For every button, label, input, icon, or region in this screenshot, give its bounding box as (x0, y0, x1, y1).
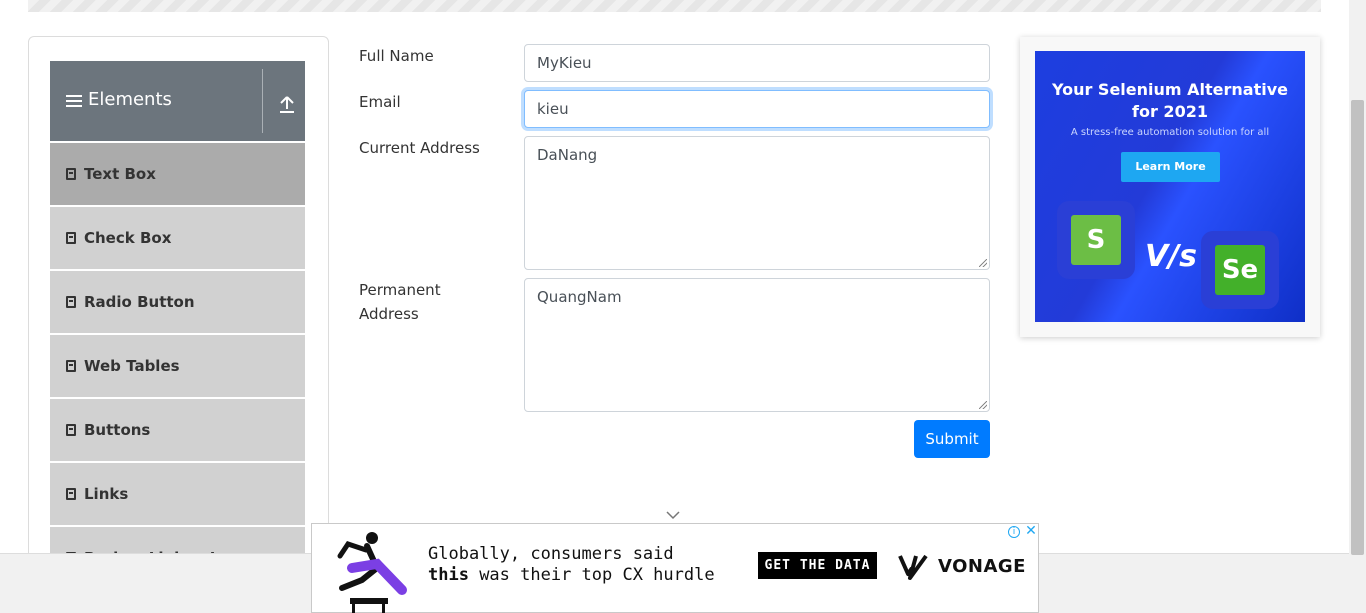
permanent-address-value: QuangNam (537, 288, 622, 306)
bottom-banner-ad[interactable]: Globally, consumers said this was their … (311, 523, 1039, 613)
current-address-value: DaNang (537, 146, 598, 164)
menu-item-links[interactable]: Links (50, 461, 305, 525)
menu-item-label: Check Box (84, 229, 172, 247)
collapse-arrow-icon[interactable] (276, 93, 298, 115)
full-name-input[interactable]: MyKieu (524, 44, 990, 82)
header-divider (262, 69, 263, 133)
menu-item-label: Web Tables (84, 357, 180, 375)
html5-icon (66, 360, 76, 372)
permanent-address-label-line2: Address (359, 305, 419, 323)
ad-headline-line1: Your Selenium Alternative (1051, 80, 1289, 99)
permanent-address-label-line1: Permanent (359, 281, 441, 299)
menu-item-label: Links (84, 485, 129, 503)
submit-button[interactable]: Submit (914, 420, 990, 458)
ad-subtitle: A stress-free automation solution for al… (1070, 127, 1270, 138)
vonage-logo-icon (898, 554, 928, 580)
selenium-logo-icon: Se (1215, 245, 1265, 295)
banner-message-bold: this (428, 565, 469, 585)
vonage-brand-text: VONAGE (938, 556, 1026, 577)
current-address-textarea[interactable]: DaNang (524, 136, 990, 270)
ad-headline-line2: for 2021 (1132, 102, 1208, 121)
current-address-label: Current Address (359, 139, 480, 157)
ad-close-icon[interactable]: ✕ (1024, 524, 1038, 538)
resize-handle-icon[interactable] (979, 259, 987, 267)
menu-item-label: Buttons (84, 421, 151, 439)
hurdle-runner-illustration (337, 532, 407, 613)
chevron-down-icon[interactable] (666, 508, 680, 522)
html5-icon (66, 232, 76, 244)
ad-info-icon[interactable]: i (1008, 526, 1020, 538)
katalon-logo-icon: S (1071, 215, 1121, 265)
html5-icon (66, 488, 76, 500)
top-banner-strip (28, 0, 1321, 12)
banner-message: Globally, consumers said this was their … (428, 544, 715, 586)
elements-menu: Text Box Check Box Radio Button Web Tabl… (50, 141, 305, 575)
menu-item-check-box[interactable]: Check Box (50, 205, 305, 269)
ad-headline: Your Selenium Alternative for 2021 (1035, 79, 1305, 123)
menu-item-label: Text Box (84, 165, 156, 183)
menu-item-buttons[interactable]: Buttons (50, 397, 305, 461)
menu-item-web-tables[interactable]: Web Tables (50, 333, 305, 397)
get-the-data-button[interactable]: GET THE DATA (758, 552, 877, 579)
menu-item-radio-button[interactable]: Radio Button (50, 269, 305, 333)
elements-group-header[interactable]: Elements (50, 61, 305, 141)
full-name-label: Full Name (359, 47, 434, 65)
group-title: Elements (88, 89, 172, 110)
banner-message-line1: Globally, consumers said (428, 544, 674, 564)
html5-icon (66, 168, 76, 180)
banner-message-line2: this was their top CX hurdle (428, 565, 715, 586)
left-panel: Elements Text Box Check Box Radio Button… (28, 36, 329, 576)
side-ad-image[interactable]: Your Selenium Alternative for 2021 A str… (1035, 51, 1305, 322)
resize-handle-icon[interactable] (979, 401, 987, 409)
html5-icon (66, 424, 76, 436)
menu-item-label: Radio Button (84, 293, 195, 311)
learn-more-button[interactable]: Learn More (1121, 152, 1220, 182)
banner-message-rest: was their top CX hurdle (468, 565, 715, 585)
permanent-address-label: Permanent Address (359, 278, 441, 326)
scrollbar-thumb[interactable] (1351, 100, 1364, 555)
side-ad-card[interactable]: Your Selenium Alternative for 2021 A str… (1020, 37, 1320, 337)
email-input[interactable]: kieu (524, 90, 990, 128)
email-label: Email (359, 93, 401, 111)
permanent-address-textarea[interactable]: QuangNam (524, 278, 990, 412)
menu-item-text-box[interactable]: Text Box (50, 141, 305, 205)
katalon-logo-tile: S (1057, 201, 1135, 279)
selenium-logo-tile: Se (1201, 231, 1279, 309)
html5-icon (66, 296, 76, 308)
versus-text: V/s (1145, 239, 1198, 274)
hamburger-icon (66, 95, 82, 107)
